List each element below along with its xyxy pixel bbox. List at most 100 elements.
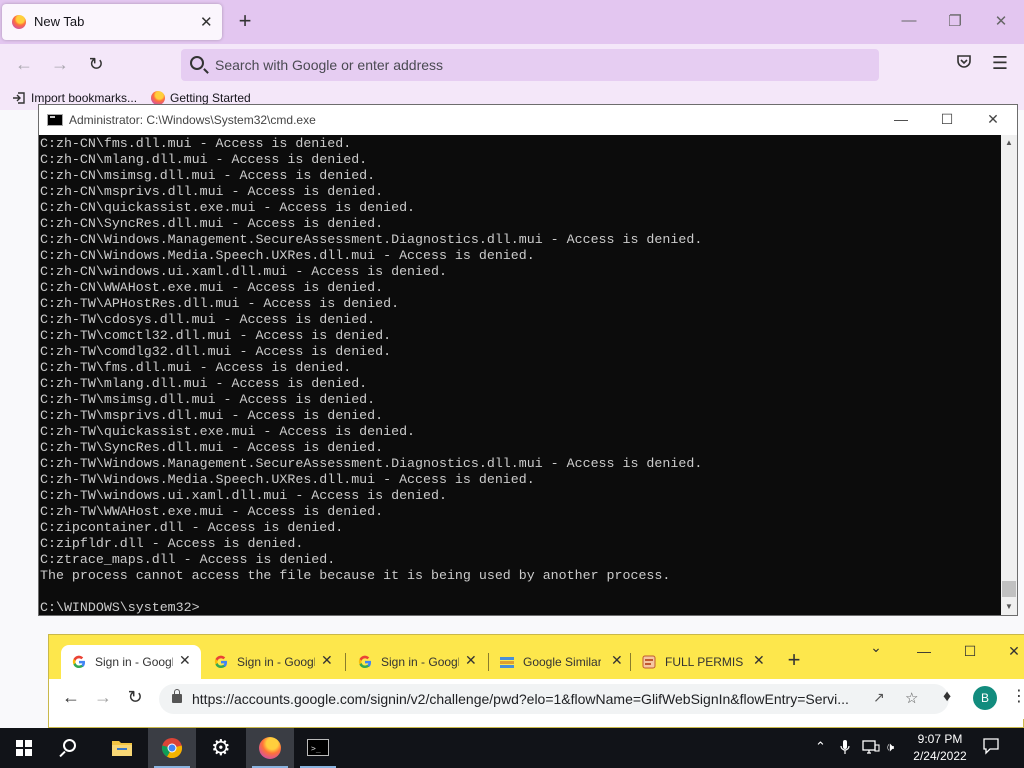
cmd-icon	[47, 114, 63, 126]
console-line: C:zh-TW\WWAHost.exe.mui - Access is deni…	[40, 504, 384, 519]
tab-close-icon[interactable]: ✕	[321, 652, 333, 669]
forward-arrow-icon[interactable]: →	[92, 687, 114, 708]
firefox-tab-new-tab[interactable]: New Tab ✕	[2, 4, 222, 40]
chrome-tab[interactable]: FULL PERMISSIONS ✕	[631, 645, 771, 679]
cmd-window: Administrator: C:\Windows\System32\cmd.e…	[38, 104, 1018, 616]
windows-logo-icon	[16, 740, 32, 756]
firefox-icon	[12, 15, 26, 29]
chrome-icon	[161, 738, 183, 759]
start-button[interactable]	[0, 728, 48, 768]
reload-icon[interactable]: ↻	[85, 54, 107, 75]
new-tab-button[interactable]: +	[782, 647, 806, 673]
address-placeholder: Search with Google or enter address	[215, 57, 444, 73]
system-clock[interactable]: 9:07 PM 2/24/2022	[906, 731, 974, 765]
console-line: C:zh-TW\APHostRes.dll.mui - Access is de…	[40, 296, 400, 311]
tab-close-icon[interactable]: ✕	[753, 652, 765, 669]
console-line: C:ztrace_maps.dll - Access is denied.	[40, 552, 336, 567]
tab-close-icon[interactable]: ✕	[200, 13, 213, 31]
address-bar[interactable]: Search with Google or enter address	[181, 49, 879, 81]
restore-button[interactable]: ❐	[944, 12, 966, 30]
chrome-tab[interactable]: Sign in - Google Accounts ✕	[203, 645, 343, 679]
google-icon	[357, 654, 373, 670]
reload-icon[interactable]: ↻	[124, 687, 146, 708]
scroll-down-icon[interactable]: ▼	[1001, 599, 1017, 615]
show-hidden-icons-chevron-icon[interactable]: ⌃	[815, 739, 826, 755]
gear-icon: ⚙	[211, 735, 231, 760]
cmd-scrollbar[interactable]: ▲ ▼	[1001, 135, 1017, 615]
network-icon[interactable]	[862, 739, 880, 758]
console-line: C:zh-TW\quickassist.exe.mui - Access is …	[40, 424, 416, 439]
cmd-minimize-button[interactable]: —	[891, 111, 911, 127]
avatar[interactable]: B	[973, 686, 997, 710]
bookmark-label: Getting Started	[170, 91, 251, 105]
chrome-tab[interactable]: Sign in - Google Accounts ✕	[347, 645, 487, 679]
search-icon	[190, 56, 204, 70]
tab-close-icon[interactable]: ✕	[179, 652, 191, 669]
taskbar-firefox[interactable]	[246, 728, 294, 768]
console-line: C:zh-TW\windows.ui.xaml.dll.mui - Access…	[40, 488, 447, 503]
cmd-title-bar[interactable]: Administrator: C:\Windows\System32\cmd.e…	[39, 105, 1017, 135]
close-window-button[interactable]: ✕	[990, 12, 1012, 30]
star-icon[interactable]: ☆	[905, 689, 918, 707]
minimize-button[interactable]: —	[898, 12, 920, 29]
console-line: C:zh-TW\cdosys.dll.mui - Access is denie…	[40, 312, 376, 327]
taskbar: ⚙ >_ ⌃ 🕩 9:07 PM 2/24/2022	[0, 728, 1024, 768]
url-text: https://accounts.google.com/signin/v2/ch…	[192, 691, 849, 707]
console-line: C:zh-TW\comctl32.dll.mui - Access is den…	[40, 328, 392, 343]
extensions-puzzle-icon[interactable]: ♦	[943, 688, 951, 706]
tab-title: Sign in - Google Accounts	[95, 655, 173, 669]
more-menu-icon[interactable]: ⋮	[1011, 686, 1024, 706]
chrome-minimize-button[interactable]: —	[913, 643, 935, 659]
chrome-tab[interactable]: Sign in - Google Accounts ✕	[61, 645, 201, 679]
tab-title: New Tab	[34, 14, 85, 29]
share-icon[interactable]: ↗	[873, 689, 885, 706]
volume-icon[interactable]: 🕩	[886, 739, 894, 755]
back-arrow-icon[interactable]: ←	[60, 687, 82, 708]
cmd-icon: >_	[307, 739, 329, 756]
console-line: C:\WINDOWS\system32>	[40, 600, 200, 615]
cmd-close-button[interactable]: ✕	[983, 111, 1003, 128]
taskbar-cmd[interactable]: >_	[294, 728, 342, 768]
chrome-maximize-button[interactable]: ☐	[959, 643, 981, 660]
console-line: C:zipcontainer.dll - Access is denied.	[40, 520, 344, 535]
chrome-close-button[interactable]: ✕	[1003, 643, 1024, 660]
omnibox[interactable]: https://accounts.google.com/signin/v2/ch…	[159, 684, 949, 714]
bookmark-getting-started[interactable]: Getting Started	[151, 91, 251, 105]
search-icon	[63, 739, 76, 752]
bookmark-import[interactable]: Import bookmarks...	[12, 91, 137, 105]
scrollbar-thumb[interactable]	[1002, 581, 1016, 597]
pocket-icon[interactable]	[953, 53, 975, 74]
page-icon	[641, 654, 657, 670]
console-line: C:zh-TW\mlang.dll.mui - Access is denied…	[40, 376, 368, 391]
taskbar-settings[interactable]: ⚙	[198, 728, 246, 768]
taskbar-search-button[interactable]	[48, 728, 96, 768]
chrome-window: Sign in - Google Accounts ✕ Sign in - Go…	[48, 634, 1024, 728]
taskbar-chrome[interactable]	[148, 728, 196, 768]
cmd-output: C:zh-CN\fms.dll.mui - Access is denied. C…	[40, 136, 1001, 615]
console-line: C:zh-CN\mlang.dll.mui - Access is denied…	[40, 152, 368, 167]
tab-close-icon[interactable]: ✕	[465, 652, 477, 669]
tab-title: Google Similar	[523, 655, 601, 669]
cmd-maximize-button[interactable]: ☐	[937, 111, 957, 128]
console-line: C:zh-TW\fms.dll.mui - Access is denied.	[40, 360, 352, 375]
microphone-icon[interactable]	[840, 739, 850, 758]
console-line: C:zh-TW\Windows.Management.SecureAssessm…	[40, 456, 703, 471]
notification-center-icon[interactable]	[982, 737, 1000, 758]
console-line: C:zh-CN\Windows.Management.SecureAssessm…	[40, 232, 703, 247]
back-arrow-icon[interactable]: ←	[13, 54, 35, 75]
tab-title: Sign in - Google Accounts	[381, 655, 459, 669]
forward-arrow-icon[interactable]: →	[49, 54, 71, 75]
tab-search-chevron-icon[interactable]: ⌄	[865, 639, 887, 656]
chrome-tab[interactable]: Google Similar ✕	[489, 645, 629, 679]
tab-close-icon[interactable]: ✕	[611, 652, 623, 669]
import-icon	[12, 91, 26, 105]
cmd-console[interactable]: C:zh-CN\fms.dll.mui - Access is denied. C…	[39, 135, 1001, 615]
hamburger-menu-icon[interactable]: ☰	[989, 53, 1011, 74]
scroll-up-icon[interactable]: ▲	[1001, 135, 1017, 151]
new-tab-button[interactable]: +	[232, 8, 258, 34]
taskbar-file-explorer[interactable]	[98, 728, 146, 768]
console-line: C:zh-CN\Windows.Media.Speech.UXRes.dll.m…	[40, 248, 535, 263]
console-line: C:zh-TW\SyncRes.dll.mui - Access is deni…	[40, 440, 384, 455]
clock-time: 9:07 PM	[917, 732, 963, 746]
console-line: C:zh-TW\Windows.Media.Speech.UXRes.dll.m…	[40, 472, 535, 487]
